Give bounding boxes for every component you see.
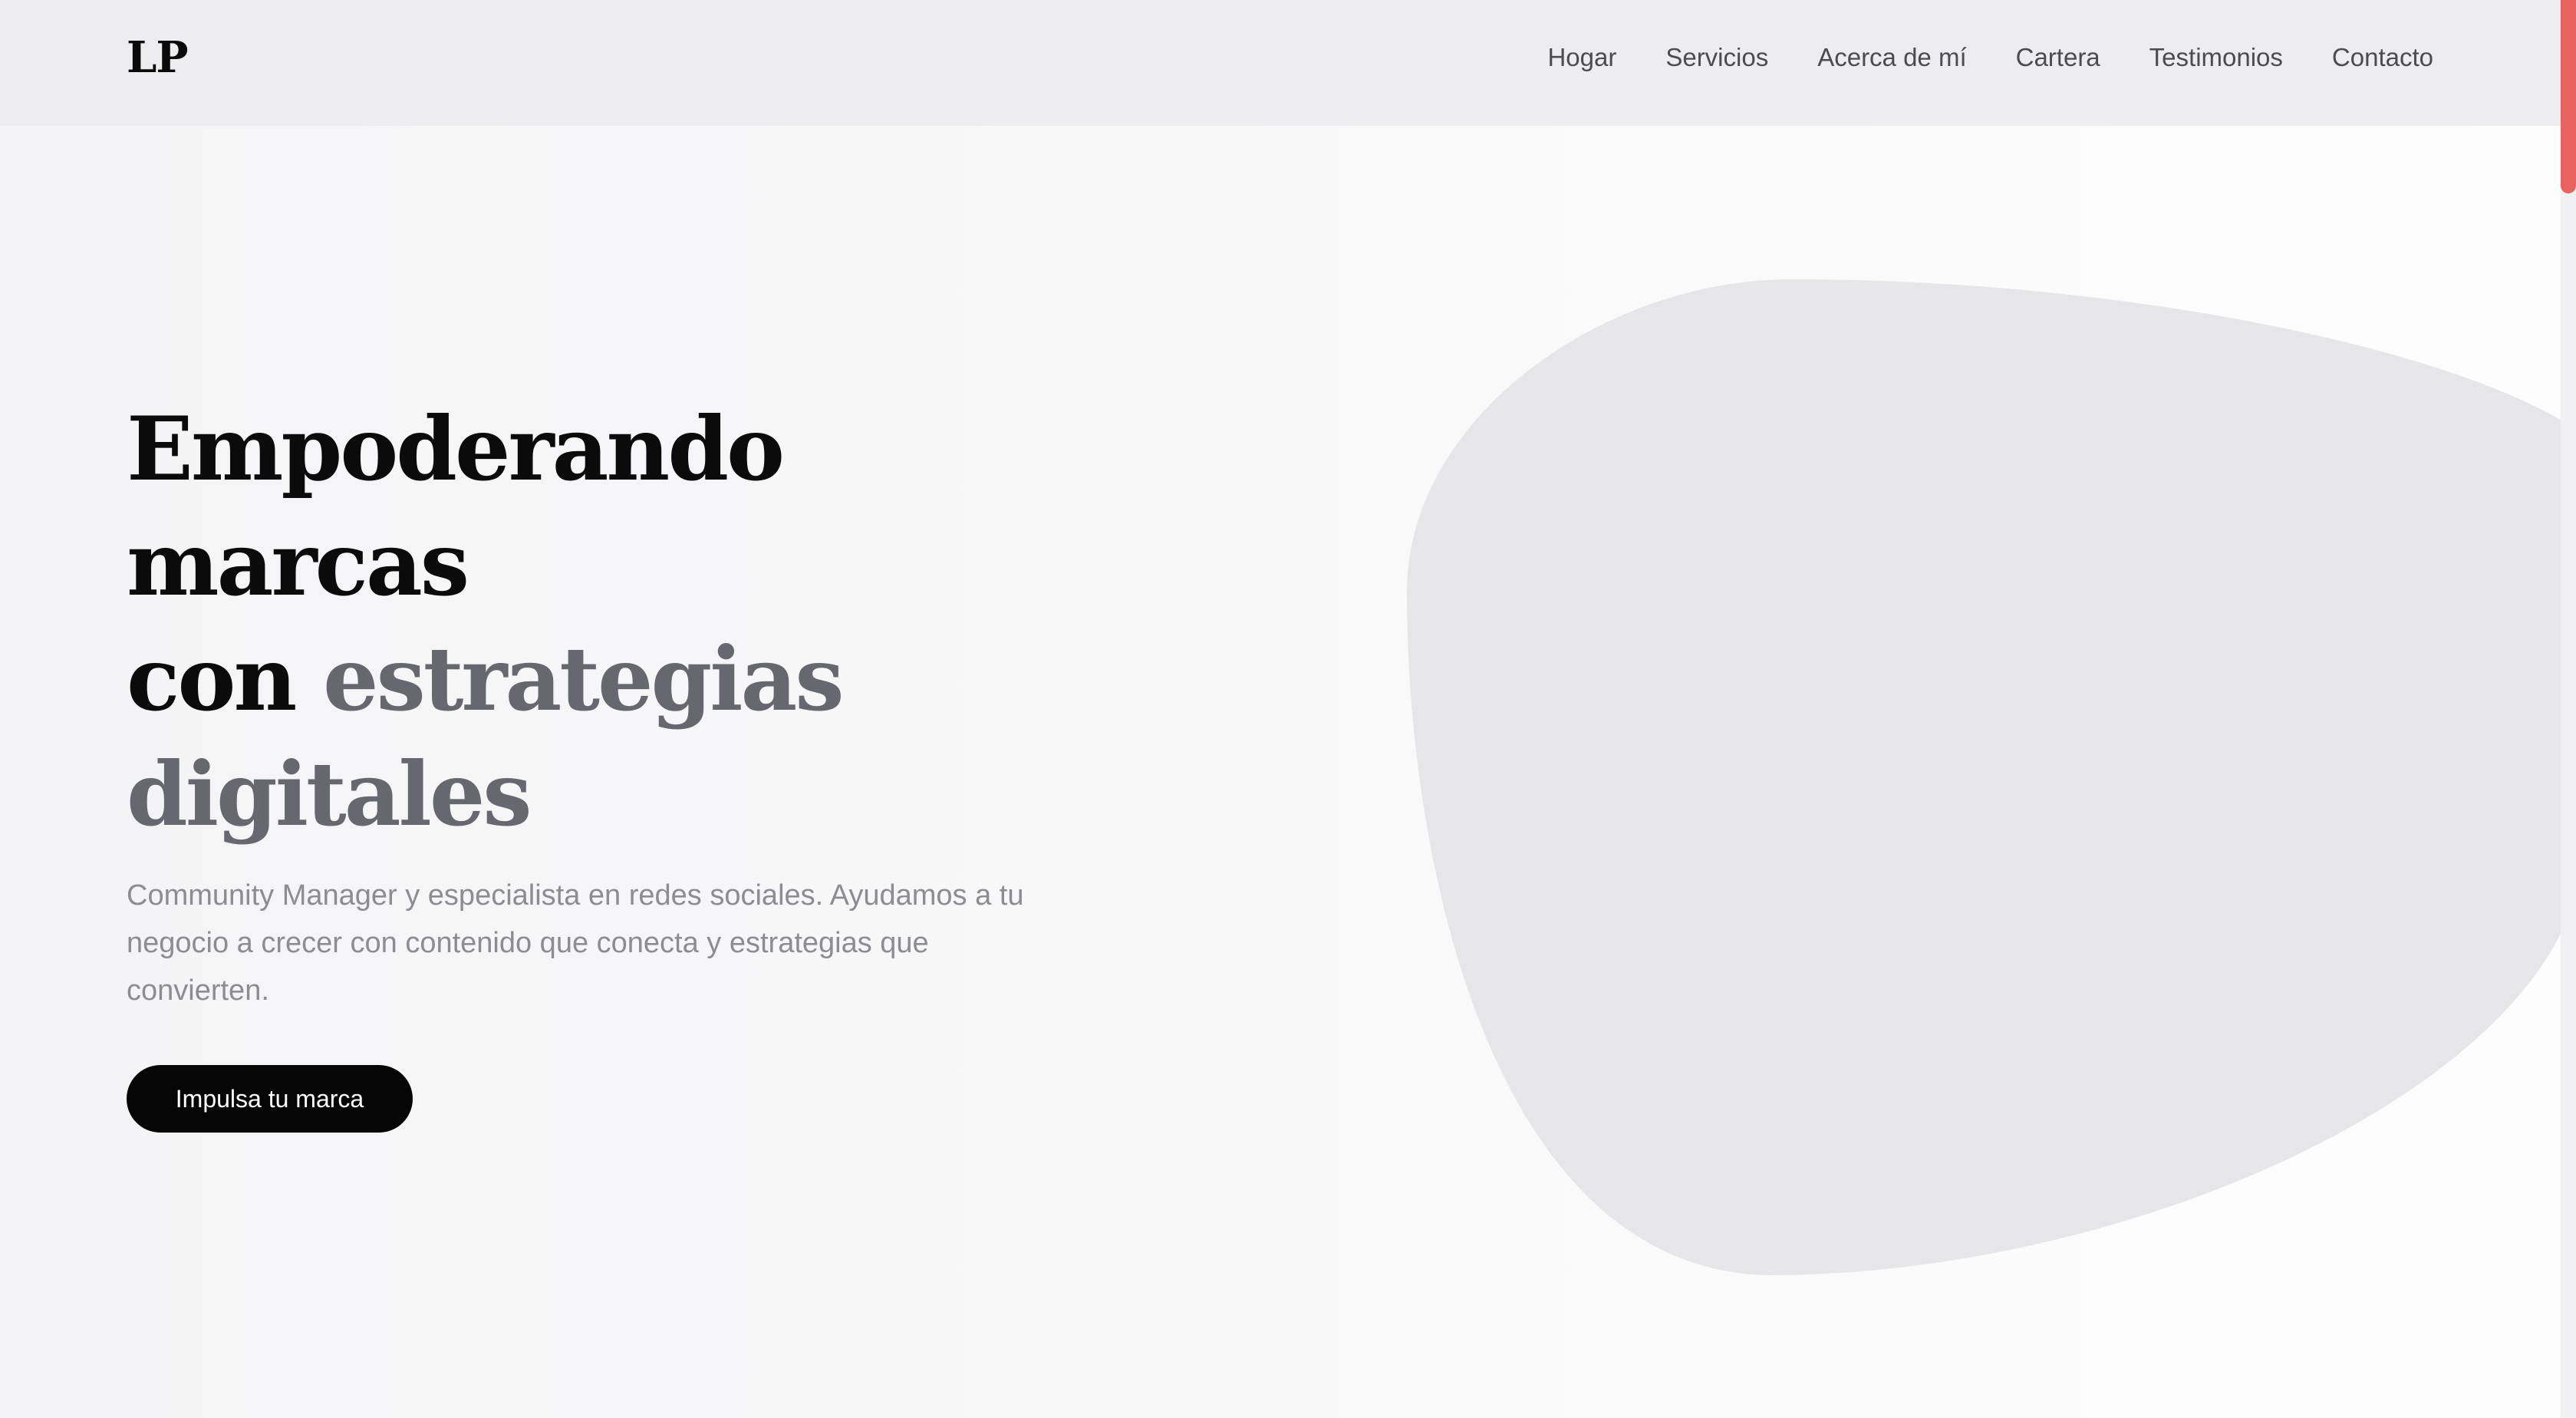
hero-subtitle: Community Manager y especialista en rede…: [127, 879, 1024, 1007]
hero-title-line1: Empoderando marcas: [127, 397, 785, 615]
nav-link-hogar[interactable]: Hogar: [1547, 43, 1616, 72]
nav-link-contacto[interactable]: Contacto: [2332, 43, 2433, 72]
hero-title-accent-estrategias: estrategias: [323, 628, 845, 730]
hero-blob-shape: [1407, 279, 2561, 1275]
hero-title: Empoderando marcas con estrategias digit…: [127, 391, 1124, 852]
hero-section: Empoderando marcas con estrategias digit…: [127, 391, 1124, 1133]
hero-title-accent-digitales: digitales: [127, 743, 532, 846]
scrollbar[interactable]: [2561, 0, 2576, 1418]
nav-link-testimonios[interactable]: Testimonios: [2149, 43, 2283, 72]
hero-title-con: con: [127, 628, 297, 730]
nav-link-servicios[interactable]: Servicios: [1665, 43, 1768, 72]
nav-link-acerca-de-mi[interactable]: Acerca de mí: [1817, 43, 1966, 72]
nav-menu: Hogar Servicios Acerca de mí Cartera Tes…: [1547, 43, 2433, 72]
scrollbar-thumb[interactable]: [2561, 0, 2576, 193]
cta-button[interactable]: Impulsa tu marca: [127, 1065, 413, 1133]
nav-link-cartera[interactable]: Cartera: [2016, 43, 2100, 72]
navbar: LP Hogar Servicios Acerca de mí Cartera …: [0, 0, 2561, 126]
logo[interactable]: LP: [127, 32, 188, 83]
